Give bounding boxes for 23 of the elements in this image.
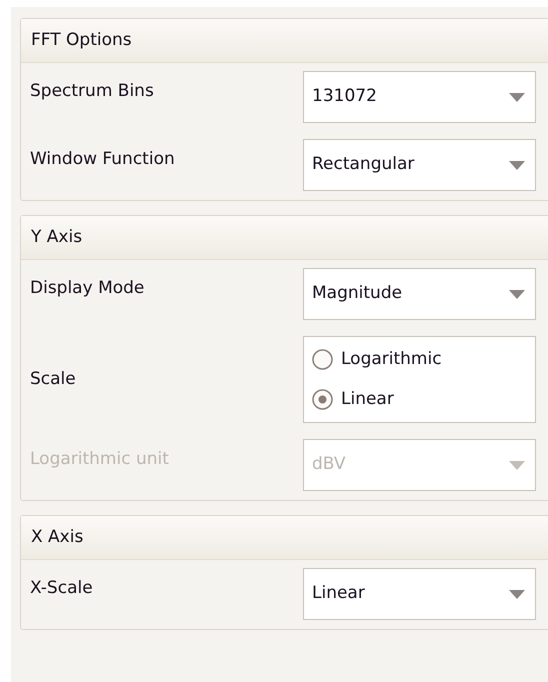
dropdown[interactable]: Linear	[303, 568, 536, 620]
field-label: Logarithmic unit	[30, 448, 170, 472]
radio-button[interactable]	[312, 388, 333, 410]
group-title: FFT Options	[21, 19, 548, 63]
field-label: X-Scale	[30, 577, 94, 600]
field-label: Scale	[30, 368, 77, 391]
caret-icon	[509, 590, 525, 598]
field-label: Spectrum Bins	[30, 80, 155, 104]
group-title: Y Axis	[21, 216, 548, 260]
caret-icon	[509, 92, 525, 102]
radio-button[interactable]	[312, 349, 333, 370]
dropdown[interactable]: Rectangular	[303, 139, 536, 191]
field-label: Display Mode	[30, 277, 146, 300]
field-label: Window Function	[30, 148, 176, 172]
group-title: X Axis	[21, 516, 548, 560]
radio-option[interactable]: Linear	[312, 382, 527, 416]
caret-icon	[509, 460, 525, 470]
radio-option[interactable]: Logarithmic	[312, 343, 527, 376]
dropdown[interactable]: 131072	[303, 71, 536, 123]
caret-icon	[509, 290, 525, 298]
caret-icon	[509, 160, 525, 170]
dropdown: dBV	[303, 439, 536, 491]
dropdown[interactable]: Magnitude	[303, 268, 536, 320]
